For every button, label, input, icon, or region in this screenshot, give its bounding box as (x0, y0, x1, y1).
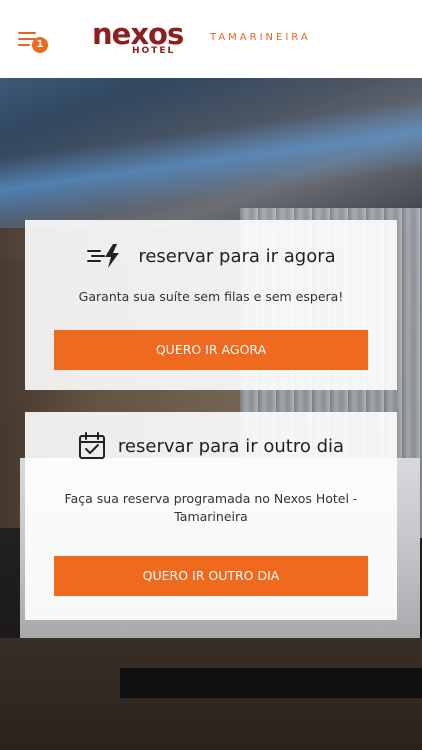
reserve-other-day-description: Faça sua reserva programada no Nexos Hot… (64, 491, 358, 524)
reserve-other-day-title: reservar para ir outro dia (117, 435, 345, 457)
reserve-other-day-button[interactable]: QUERO IR OUTRO DIA (54, 556, 368, 596)
reserve-now-title-row: reservar para ir agora (25, 242, 397, 270)
calendar-check-icon (78, 432, 105, 459)
logo-subtitle: HOTEL (132, 46, 176, 56)
reserve-other-day-card: reservar para ir outro dia Faça sua rese… (25, 412, 397, 620)
reserve-now-title: reservar para ir agora (138, 245, 336, 267)
menu-notification-badge: 1 (32, 37, 48, 53)
reserve-now-description: Garanta sua suíte sem filas e sem espera… (78, 289, 344, 304)
hamburger-menu-icon (18, 32, 36, 34)
hotel-location-label: TAMARINEIRA (210, 32, 311, 43)
reserve-other-day-title-row: reservar para ir outro dia (25, 432, 397, 460)
nexos-hotel-logo: nexos HOTEL (92, 18, 202, 58)
fast-lightning-icon (87, 244, 120, 268)
reserve-now-card: reservar para ir agora Garanta sua suíte… (25, 220, 397, 390)
app-header: 1 nexos HOTEL TAMARINEIRA (0, 0, 422, 78)
reserve-now-button[interactable]: QUERO IR AGORA (54, 330, 368, 370)
menu-button[interactable]: 1 (18, 30, 48, 53)
